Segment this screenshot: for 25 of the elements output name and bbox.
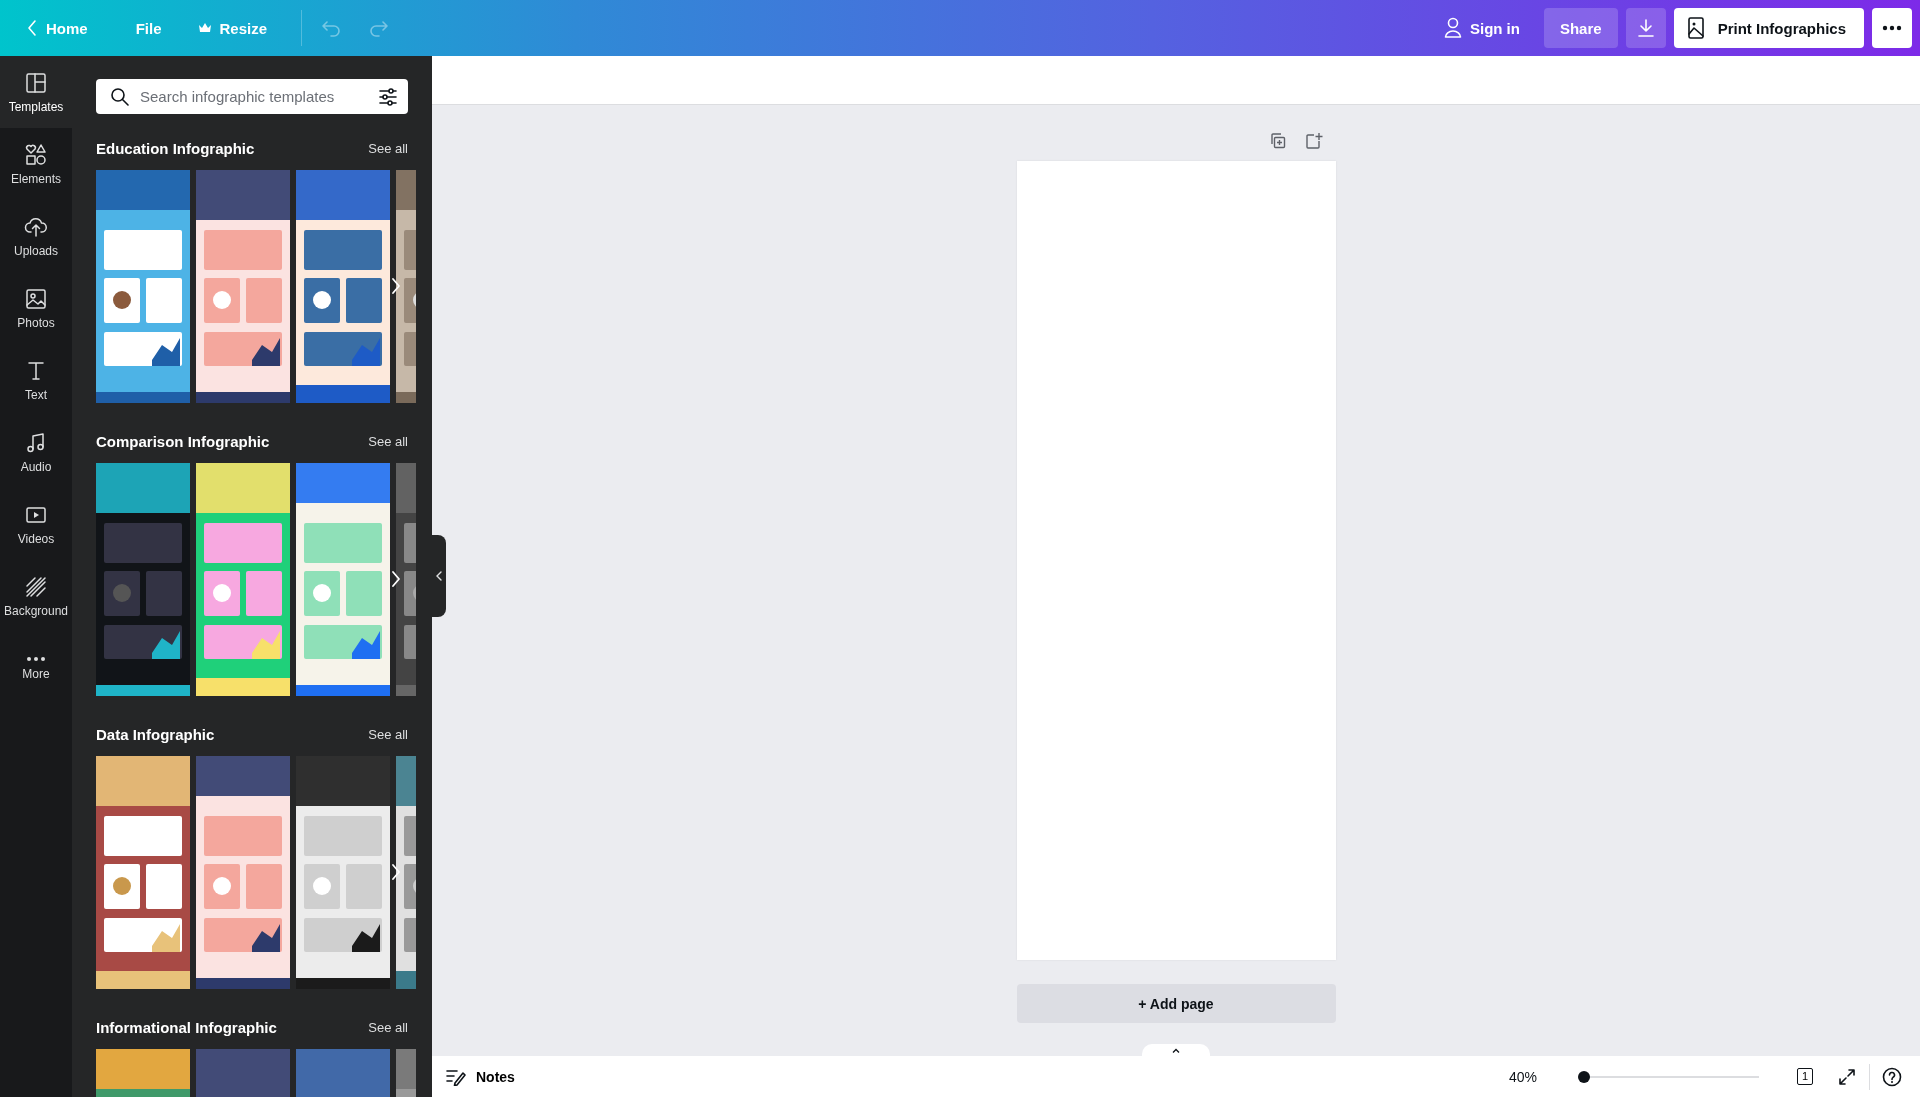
see-all-link[interactable]: See all <box>368 1019 408 1035</box>
section-title: Data Infographic <box>96 725 215 743</box>
sidebar-tab[interactable]: Text <box>0 344 72 416</box>
notes-button[interactable]: Notes <box>446 1067 515 1086</box>
search-bar[interactable]: Search infographic templates <box>96 79 408 114</box>
section-title: Informational Infographic <box>96 1018 277 1036</box>
see-all-link[interactable]: See all <box>368 726 408 742</box>
sidebar-tab[interactable]: More <box>0 632 72 704</box>
page-count-button[interactable]: 1 <box>1793 1064 1817 1089</box>
section-title: Education Infographic <box>96 139 255 157</box>
sidebar-tab[interactable]: Videos <box>0 488 72 560</box>
sidebar-tab[interactable]: Elements <box>0 128 72 200</box>
see-all-link[interactable]: See all <box>368 140 408 156</box>
see-all-link[interactable]: See all <box>368 433 408 449</box>
sidebar-tab[interactable]: Photos <box>0 272 72 344</box>
section-title: Comparison Infographic <box>96 432 270 450</box>
print-button[interactable]: Print Infographics <box>1673 8 1864 48</box>
sidebar-tab[interactable]: Audio <box>0 416 72 488</box>
share-button[interactable]: Share <box>1543 8 1618 48</box>
sidebar-tab[interactable]: Uploads <box>0 200 72 272</box>
add-page-button[interactable]: + Add page <box>1016 984 1336 1023</box>
zoom-level: 40% <box>1508 1068 1537 1085</box>
sidebar-tab[interactable]: Background <box>0 560 72 632</box>
sign-in-button[interactable]: Sign in <box>1431 8 1532 48</box>
sidebar-tab[interactable]: Templates <box>0 56 72 128</box>
